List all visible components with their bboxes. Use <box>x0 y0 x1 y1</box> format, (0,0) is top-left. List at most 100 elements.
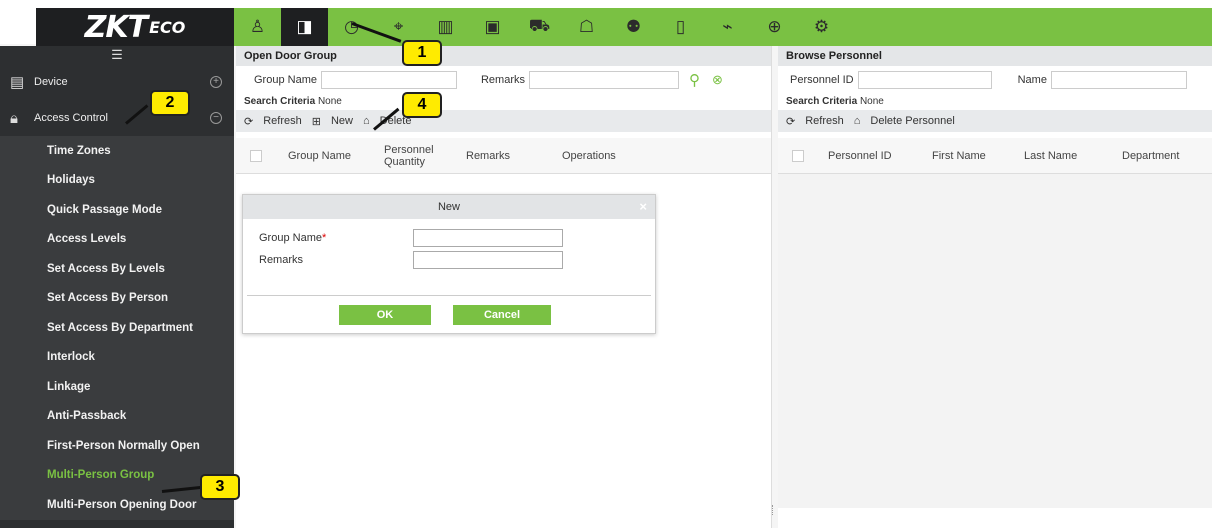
column-header[interactable]: Last Name <box>1016 150 1114 162</box>
column-header[interactable]: Group Name <box>280 150 376 162</box>
refresh-icon[interactable]: ⟳ <box>786 115 795 128</box>
car-icon[interactable]: ⛟ <box>516 8 563 46</box>
callout-badge-3: 3 <box>200 474 240 500</box>
sidebar-item[interactable]: Set Access By Person <box>0 283 234 313</box>
required-mark: * <box>321 232 327 244</box>
select-all-checkbox[interactable] <box>250 149 262 162</box>
remarks-field[interactable] <box>413 251 563 269</box>
column-header[interactable]: Personnel ID <box>820 150 924 162</box>
criteria-value: None <box>859 96 884 107</box>
left-table-header: Group Name Personnel Quantity Remarks Op… <box>236 138 771 174</box>
delete-icon[interactable]: ⌂ <box>363 115 370 127</box>
camera-icon[interactable]: ⌁ <box>704 8 751 46</box>
column-header[interactable]: Remarks <box>458 150 554 162</box>
sidebar-item[interactable]: Holidays <box>0 165 234 195</box>
menu-collapse-icon[interactable]: ☰ <box>0 46 234 64</box>
sidebar-item[interactable]: Set Access By Levels <box>0 254 234 284</box>
column-header[interactable]: Operations <box>554 150 654 162</box>
sidebar-item[interactable]: Interlock <box>0 342 234 372</box>
search-criteria: Search Criteria None <box>236 94 771 110</box>
sidebar-item[interactable]: Quick Passage Mode <box>0 195 234 225</box>
clear-icon[interactable]: ⊗ <box>712 72 723 88</box>
left-toolbar: ⟳ Refresh ⊞ New ⌂ Delete <box>236 110 771 132</box>
refresh-button[interactable]: Refresh <box>263 115 302 127</box>
browse-personnel-panel: Browse Personnel Personnel ID Name Searc… <box>778 46 1212 528</box>
sidebar-group-label: Device <box>34 76 68 88</box>
people-group-icon[interactable]: ⚉ <box>610 8 657 46</box>
visitor-icon[interactable]: ▣ <box>469 8 516 46</box>
group-name-label: Group Name <box>254 74 317 86</box>
group-name-row: Group Name* <box>243 227 655 249</box>
close-icon[interactable]: × <box>639 195 647 219</box>
new-group-dialog: New × Group Name* Remarks OK Cancel <box>242 194 656 334</box>
sidebar-group-device[interactable]: ▤ Device + <box>0 64 234 100</box>
device-icon[interactable]: ▯ <box>657 8 704 46</box>
callout-badge-2: 2 <box>150 90 190 116</box>
personnel-id-label: Personnel ID <box>790 74 854 86</box>
column-header[interactable]: First Name <box>924 150 1016 162</box>
panel-splitter[interactable] <box>772 505 775 515</box>
expand-icon[interactable]: + <box>210 76 222 88</box>
gear-icon[interactable]: ⚙ <box>798 8 845 46</box>
criteria-value: None <box>317 96 342 107</box>
callout-badge-1: 1 <box>402 40 442 66</box>
logo-main: ZKT <box>84 9 148 45</box>
search-icon[interactable]: ⚲ <box>689 71 700 89</box>
sidebar-item[interactable]: Time Zones <box>0 136 234 166</box>
sidebar-item[interactable]: Multi-Person Opening Door <box>0 490 234 520</box>
search-criteria: Search Criteria None <box>778 94 1212 110</box>
remarks-label: Remarks <box>480 74 525 86</box>
collapse-icon[interactable]: − <box>210 112 222 124</box>
panel-title: Open Door Group <box>236 46 771 66</box>
door-icon[interactable]: ◨ <box>281 8 328 46</box>
group-name-search-input[interactable] <box>320 71 457 89</box>
delete-icon[interactable]: ⌂ <box>854 115 861 127</box>
personnel-id-search-input[interactable] <box>857 71 992 89</box>
logo-tail: ECO <box>149 17 186 37</box>
new-icon[interactable]: ⊞ <box>312 115 321 128</box>
sidebar-item[interactable]: Linkage <box>0 372 234 402</box>
sidebar-group-access-control[interactable]: 🔒︎ Access Control − <box>0 100 234 136</box>
person-icon[interactable]: ♙ <box>234 8 281 46</box>
zkteco-logo: ZKT ECO <box>36 8 234 46</box>
ok-button[interactable]: OK <box>339 305 431 325</box>
group-name-field-label: Group Name* <box>259 232 413 244</box>
top-bar: ZKT ECO ♙ ◨ ◷ ⌖ ▥ ▣ ⛟ ☖ ⚉ ▯ ⌁ ⊕ ⚙ <box>0 0 1212 46</box>
select-all-checkbox[interactable] <box>792 149 804 162</box>
sidebar-group-label: Access Control <box>34 112 108 124</box>
search-row: Personnel ID Name <box>778 66 1212 94</box>
callout-badge-4: 4 <box>402 92 442 118</box>
lock-icon: 🔒︎ <box>10 109 18 127</box>
patrol-icon[interactable]: ☖ <box>563 8 610 46</box>
remarks-row: Remarks <box>243 249 655 271</box>
sidebar-item[interactable]: First-Person Normally Open <box>0 431 234 461</box>
sidebar-item[interactable]: Anti-Passback <box>0 401 234 431</box>
cancel-button[interactable]: Cancel <box>453 305 551 325</box>
dialog-title: New <box>437 201 460 213</box>
refresh-icon[interactable]: ⟳ <box>244 115 253 128</box>
right-table-header: Personnel ID First Name Last Name Depart… <box>778 138 1212 174</box>
column-header[interactable]: Personnel Quantity <box>376 144 458 168</box>
remarks-field-label: Remarks <box>259 254 304 266</box>
device-icon: ▤ <box>10 74 25 91</box>
criteria-label: Search Criteria <box>244 96 316 107</box>
remarks-search-input[interactable] <box>529 71 679 89</box>
delete-personnel-button[interactable]: Delete Personnel <box>870 115 954 127</box>
name-search-input[interactable] <box>1050 71 1187 89</box>
app-root: ZKT ECO ♙ ◨ ◷ ⌖ ▥ ▣ ⛟ ☖ ⚉ ▯ ⌁ ⊕ ⚙ ☰ ▤ Device + 🔒︎ Acc… <box>0 0 1212 528</box>
group-name-label-text: Group Name <box>259 232 322 244</box>
sidebar-item[interactable]: Set Access By Department <box>0 313 234 343</box>
right-toolbar: ⟳ Refresh ⌂ Delete Personnel <box>778 110 1212 132</box>
group-name-field[interactable] <box>413 229 563 247</box>
personnel-table-body <box>778 174 1212 508</box>
sidebar-item[interactable]: Access Levels <box>0 224 234 254</box>
new-button[interactable]: New <box>331 115 353 127</box>
dialog-header: New × <box>243 195 655 219</box>
panel-title: Browse Personnel <box>778 46 1212 66</box>
search-row: Group Name Remarks ⚲ ⊗ <box>236 66 771 94</box>
column-header[interactable]: Department <box>1114 150 1198 162</box>
sidebar: ☰ ▤ Device + 🔒︎ Access Control − Time Zo… <box>0 46 234 528</box>
shield-plus-icon[interactable]: ⊕ <box>751 8 798 46</box>
refresh-button[interactable]: Refresh <box>805 115 844 127</box>
access-control-menu: Time Zones Holidays Quick Passage Mode Acce… <box>0 136 234 520</box>
